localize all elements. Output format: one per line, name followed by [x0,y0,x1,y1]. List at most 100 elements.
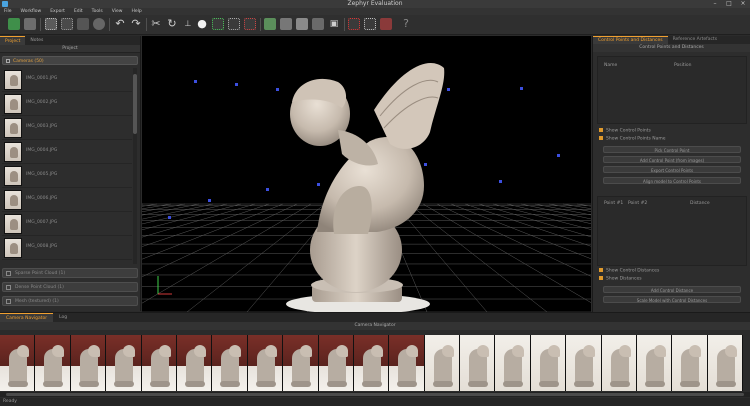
close-button[interactable]: × [736,0,750,8]
checkbox-checked[interactable] [599,276,603,280]
select-box-icon[interactable] [77,18,89,30]
redo-icon[interactable]: ↷ [130,18,142,30]
tab-control-points[interactable]: Control Points and Distances [593,36,668,44]
camera-list-scrollbar[interactable] [133,68,137,264]
camera-thumbnail[interactable] [283,335,319,391]
show-control-points-name-label: Show Control Points Name [606,136,666,142]
delete-selection-icon[interactable] [380,18,392,30]
menu-export[interactable]: Export [50,8,65,15]
tab-reference-artefacts[interactable]: Reference Artefacts [668,36,722,44]
camera-thumbnail[interactable] [460,335,496,391]
camera-thumbnail[interactable] [141,335,177,391]
camera-thumbnail[interactable] [424,335,461,391]
save-project-icon[interactable] [24,18,36,30]
control-distances-table[interactable]: Point #1 Point #2 Distance [597,196,747,266]
statue-wing [17,345,29,357]
select-lasso-icon[interactable] [61,18,73,30]
maximize-button[interactable]: □ [722,0,736,8]
camera-thumbnail[interactable] [176,335,213,391]
list-item[interactable]: IMG_0008.JPG [2,236,132,260]
menu-help[interactable]: Help [131,8,141,15]
tab-log[interactable]: Log [53,313,73,322]
camera-thumbnail[interactable] [389,335,425,391]
list-item[interactable]: IMG_0007.JPG [2,212,132,236]
dense-points-icon[interactable] [228,18,240,30]
scale-model-button[interactable]: Scale Model with Control Distances [603,296,741,303]
camera-thumbnail[interactable] [247,335,284,391]
filter-red-icon[interactable] [348,18,360,30]
sparse-cloud-item[interactable]: Sparse Point Cloud (1) [2,268,138,278]
pick-control-point-button[interactable]: Pick Control Point [603,146,741,153]
shaded-icon[interactable] [296,18,308,30]
rotate-icon[interactable]: ↻ [166,18,178,30]
camera-thumbnail[interactable] [495,335,531,391]
camera-thumbnail[interactable] [212,335,248,391]
textured-icon[interactable] [312,18,324,30]
menu-workflow[interactable]: Workflow [21,8,42,15]
mesh-item[interactable]: Mesh (textured) (1) [2,296,138,306]
menu-file[interactable]: File [4,8,12,15]
list-item[interactable]: IMG_0005.JPG [2,164,132,188]
checkbox-checked[interactable] [599,268,603,272]
cameras-icon[interactable] [244,18,256,30]
camera-thumbnail[interactable] [318,335,354,391]
dense-cloud-item[interactable]: Dense Point Cloud (1) [2,282,138,292]
add-control-distance-button[interactable]: Add Control Distance [603,286,741,293]
tab-camera-navigator[interactable]: Camera Navigator [0,313,54,322]
minimize-button[interactable]: – [708,0,722,8]
help-icon[interactable]: ? [400,18,412,30]
list-item[interactable]: IMG_0004.JPG [2,140,132,164]
show-control-points-checkbox[interactable]: Show Control Points [599,128,651,134]
menu-tools[interactable]: Tools [92,8,103,15]
camera-thumbnail[interactable] [35,335,71,391]
add-control-point-button[interactable]: Add Control Point (from images) [603,156,741,163]
camera-filmstrip[interactable] [0,335,750,391]
camera-thumbnail[interactable] [707,335,744,391]
menu-edit[interactable]: Edit [74,8,83,15]
list-item[interactable]: IMG_0002.JPG [2,92,132,116]
export-control-points-button[interactable]: Export Control Points [603,166,741,173]
show-control-distances-checkbox[interactable]: Show Control Distances [599,268,659,274]
dense-points-icon [6,285,11,290]
axis-icon[interactable]: ⊥ [182,18,194,30]
new-project-icon[interactable] [8,18,20,30]
camera-thumbnail[interactable] [0,335,36,391]
camera-marker [208,199,211,202]
cameras-group[interactable]: Cameras (50) [2,56,138,65]
checkbox-checked[interactable] [599,128,603,132]
scissors-icon[interactable]: ✂ [150,18,162,30]
menu-view[interactable]: View [112,8,123,15]
camera-thumbnail[interactable] [530,335,567,391]
list-item[interactable]: IMG_0006.JPG [2,188,132,212]
wireframe-icon[interactable] [280,18,292,30]
tab-notes[interactable]: Notes [25,36,48,45]
filter-icon[interactable] [364,18,376,30]
mesh-icon[interactable] [264,18,276,30]
camera-icon[interactable]: ▣ [328,18,340,30]
camera-thumbnail[interactable] [106,335,142,391]
statue-wing [583,345,596,357]
points-icon[interactable] [212,18,224,30]
3d-viewport[interactable] [142,36,591,312]
control-points-table[interactable]: Name Position [597,56,747,124]
list-item[interactable]: IMG_0001.JPG [2,68,132,92]
camera-thumbnail[interactable] [637,335,673,391]
undo-icon[interactable]: ↶ [114,18,126,30]
camera-thumbnail[interactable] [601,335,638,391]
checkbox-checked[interactable] [599,136,603,140]
camera-thumbnail[interactable] [70,335,107,391]
list-item[interactable]: IMG_0003.JPG [2,116,132,140]
camera-thumbnail[interactable] [672,335,708,391]
show-distances-checkbox[interactable]: Show Distances [599,276,642,282]
camera-thumbnail[interactable] [353,335,390,391]
select-sphere-icon[interactable] [93,18,105,30]
scrollbar-thumb[interactable] [6,393,744,396]
select-rect-icon[interactable] [45,18,57,30]
filmstrip-scrollbar[interactable] [0,392,750,397]
show-control-points-name-checkbox[interactable]: Show Control Points Name [599,136,666,142]
light-bulb-icon[interactable]: ● [196,18,208,30]
scrollbar-thumb[interactable] [133,74,137,134]
camera-thumbnail[interactable] [566,335,602,391]
tab-project[interactable]: Project [0,36,26,45]
align-model-button[interactable]: Align model to Control Points [603,177,741,184]
